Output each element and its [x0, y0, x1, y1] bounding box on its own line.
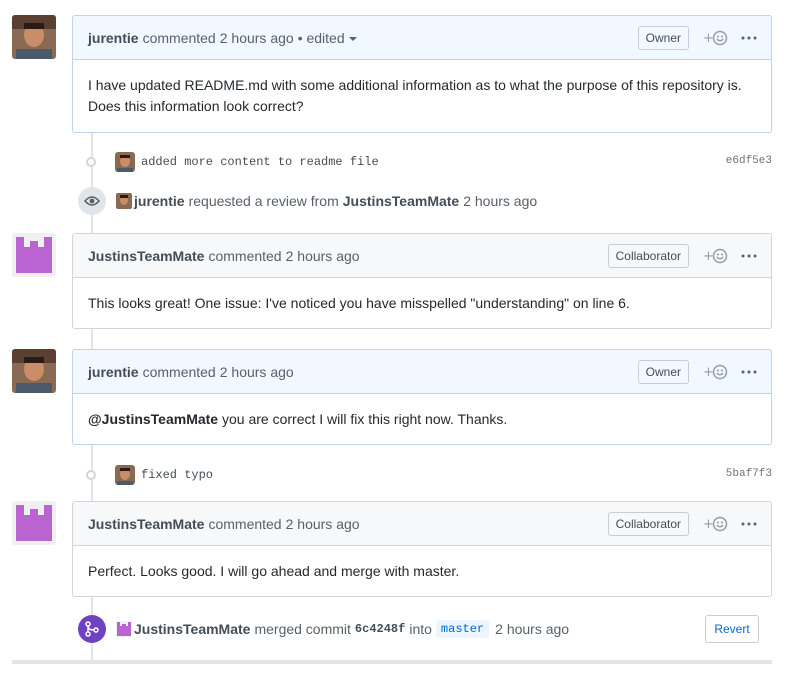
git-commit-icon [86, 470, 96, 480]
merge-commit-sha[interactable]: 6c4248f [355, 622, 405, 636]
comment-body-text: you are correct I will fix this right no… [218, 411, 508, 427]
revert-button[interactable]: Revert [705, 615, 759, 643]
event-time[interactable]: 2 hours ago [495, 621, 569, 637]
event-badge [78, 187, 106, 215]
svg-text:+: + [703, 365, 714, 380]
comment-body: @JustinsTeamMate you are correct I will … [73, 394, 771, 444]
chevron-down-icon [348, 36, 357, 41]
avatar-justinsteammate[interactable] [12, 501, 56, 545]
add-reaction-button[interactable]: + [703, 246, 729, 266]
event-reviewer[interactable]: JustinsTeamMate [343, 193, 459, 209]
kebab-horizontal-icon [741, 370, 757, 374]
avatar-jurentie-tiny[interactable] [116, 193, 132, 209]
comment-action: commented [142, 29, 216, 46]
comment-body: This looks great! One issue: I've notice… [88, 295, 630, 311]
add-reaction-button[interactable]: + [703, 514, 729, 534]
event-time[interactable]: 2 hours ago [463, 193, 537, 209]
comment-author[interactable]: jurentie [88, 30, 139, 46]
merge-event: JustinsTeamMate merged commit 6c4248f in… [78, 615, 772, 643]
commit-message-wrap: fixed typo [115, 465, 213, 485]
smiley-plus-icon: + [703, 30, 728, 46]
comment-header: JustinsTeamMate commented 2 hours ago Co… [73, 502, 771, 546]
commit-message[interactable]: fixed typo [141, 468, 213, 482]
svg-text:+: + [703, 517, 714, 532]
event-badge [78, 615, 106, 643]
comment-4: JustinsTeamMate commented 2 hours ago Co… [72, 501, 772, 597]
event-actor[interactable]: jurentie [134, 193, 185, 209]
commit-sha[interactable]: e6df5e3 [726, 155, 772, 167]
comment-action: commented [208, 247, 282, 264]
smiley-plus-icon: + [703, 516, 728, 532]
avatar-jurentie-small[interactable] [115, 152, 135, 172]
eye-icon [84, 196, 100, 206]
comment-header: jurentie commented 2 hours ago Owner + [73, 350, 771, 394]
comment-1: jurentie commented 2 hours ago • edited … [72, 15, 772, 133]
comment-header: JustinsTeamMate commented 2 hours ago Co… [73, 234, 771, 278]
event-actor[interactable]: JustinsTeamMate [134, 621, 250, 637]
role-badge: Owner [637, 26, 689, 50]
event-text: merged commit [254, 621, 351, 637]
avatar-jurentie[interactable] [12, 15, 56, 59]
role-badge: Owner [637, 360, 689, 384]
branch-name[interactable]: master [435, 620, 490, 638]
commit-message[interactable]: added more content to readme file [141, 155, 379, 169]
event-text: requested a review from [188, 193, 339, 209]
role-badge: Collaborator [607, 244, 689, 268]
git-merge-icon [85, 621, 99, 637]
kebab-horizontal-icon [741, 254, 757, 258]
commit-message-wrap: added more content to readme file [115, 152, 379, 172]
more-options-button[interactable] [741, 362, 757, 382]
more-options-button[interactable] [741, 28, 757, 48]
commit-row: added more content to readme file e6df5e… [82, 150, 772, 174]
commit-sha[interactable]: 5baf7f3 [726, 468, 772, 480]
add-reaction-button[interactable]: + [703, 28, 729, 48]
comment-author[interactable]: jurentie [88, 364, 139, 380]
svg-text:+: + [703, 249, 714, 264]
commit-row: fixed typo 5baf7f3 [82, 463, 772, 487]
comment-header: jurentie commented 2 hours ago • edited … [73, 16, 771, 60]
comment-body: I have updated README.md with some addit… [88, 77, 742, 114]
timeline-end-divider [12, 660, 772, 664]
comment-body: Perfect. Looks good. I will go ahead and… [88, 563, 460, 579]
comment-action: commented [142, 363, 216, 380]
comment-author[interactable]: JustinsTeamMate [88, 248, 204, 264]
comment-author[interactable]: JustinsTeamMate [88, 516, 204, 532]
more-options-button[interactable] [741, 514, 757, 534]
avatar-jurentie[interactable] [12, 349, 56, 393]
svg-text:+: + [703, 31, 714, 46]
kebab-horizontal-icon [741, 36, 757, 40]
edited-dropdown[interactable]: • edited [298, 30, 357, 46]
git-commit-icon [86, 157, 96, 167]
comment-time[interactable]: 2 hours ago [286, 516, 360, 532]
event-into: into [409, 621, 432, 637]
avatar-justinsteammate[interactable] [12, 233, 56, 277]
more-options-button[interactable] [741, 246, 757, 266]
smiley-plus-icon: + [703, 364, 728, 380]
review-request-event: jurentie requested a review from Justins… [78, 187, 537, 215]
comment-3: jurentie commented 2 hours ago Owner + @… [72, 349, 772, 445]
comment-2: JustinsTeamMate commented 2 hours ago Co… [72, 233, 772, 329]
comment-time[interactable]: 2 hours ago [220, 364, 294, 380]
comment-time[interactable]: 2 hours ago [220, 30, 294, 46]
comment-action: commented [208, 515, 282, 532]
avatar-jurentie-small[interactable] [115, 465, 135, 485]
add-reaction-button[interactable]: + [703, 362, 729, 382]
role-badge: Collaborator [607, 512, 689, 536]
comment-time[interactable]: 2 hours ago [286, 248, 360, 264]
kebab-horizontal-icon [741, 522, 757, 526]
user-mention[interactable]: @JustinsTeamMate [88, 411, 218, 427]
avatar-justinsteammate-tiny[interactable] [116, 621, 132, 637]
smiley-plus-icon: + [703, 248, 728, 264]
edited-label: • edited [297, 29, 345, 46]
